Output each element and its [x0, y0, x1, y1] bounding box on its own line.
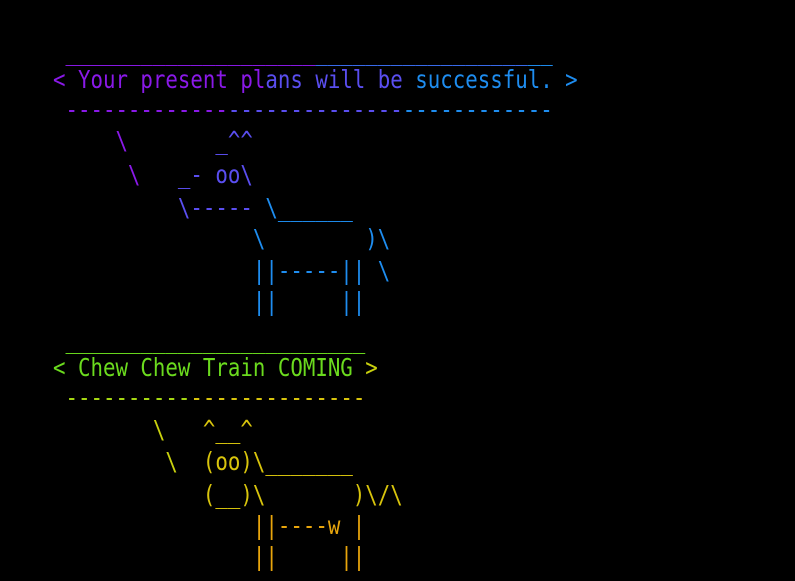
ascii-art-line: || || — [3, 509, 365, 581]
terminal-window[interactable]: _______________________________________ … — [0, 0, 795, 581]
text-segment: > — [365, 353, 378, 382]
text-segment: || || — [52, 542, 366, 571]
text-segment: ------------ — [402, 95, 553, 124]
text-segment: -------------- — [227, 95, 403, 124]
